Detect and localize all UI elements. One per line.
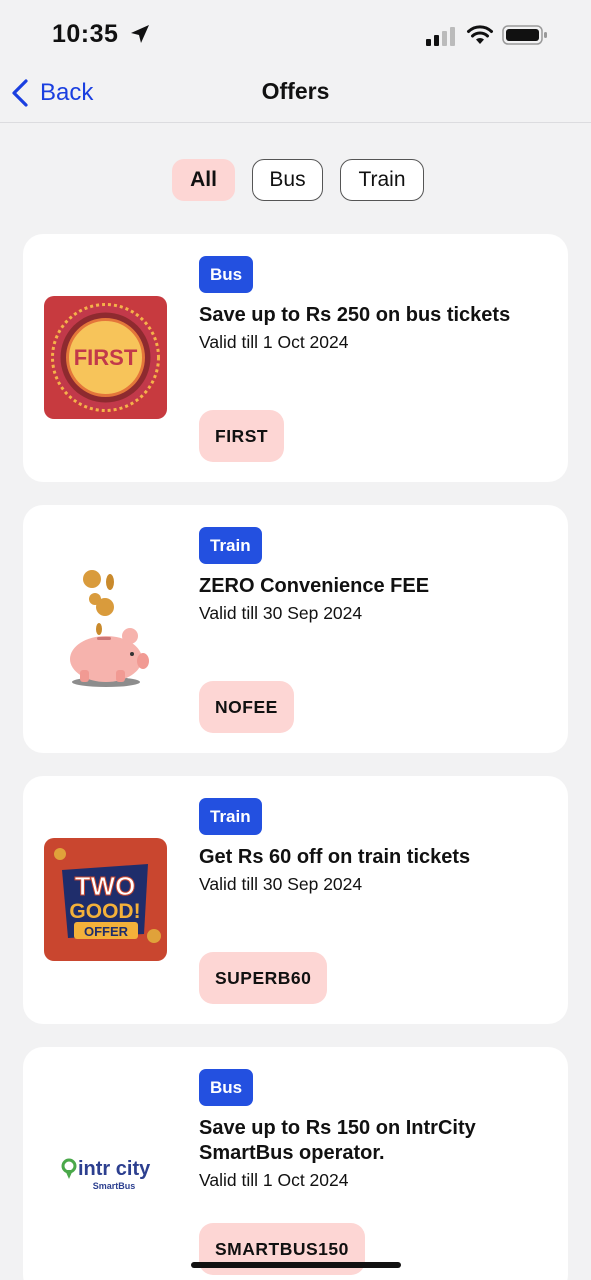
cellular-signal-icon bbox=[426, 27, 455, 46]
filter-chip-train[interactable]: Train bbox=[340, 159, 424, 201]
offer-title: Get Rs 60 off on train tickets bbox=[199, 846, 471, 868]
location-arrow-icon bbox=[131, 25, 149, 43]
offer-title: Save up to Rs 150 on IntrCity SmartBus o… bbox=[199, 1117, 476, 1164]
status-bar: 10:35 bbox=[0, 0, 591, 70]
offer-validity: Valid till 1 Oct 2024 bbox=[199, 1170, 349, 1190]
home-indicator bbox=[191, 1262, 401, 1268]
offer-image-two-good: TWO GOOD! OFFER bbox=[44, 838, 167, 961]
offer-type-tag: Bus bbox=[199, 1069, 254, 1106]
offer-type-tag: Train bbox=[199, 798, 262, 835]
offer-image-first: FIRST bbox=[44, 296, 167, 419]
offer-title: Save up to Rs 250 on bus tickets bbox=[199, 304, 511, 326]
offer-code-button[interactable]: NOFEE bbox=[199, 681, 294, 733]
offer-code-button[interactable]: SUPERB60 bbox=[199, 952, 328, 1004]
filter-chip-all[interactable]: All bbox=[172, 159, 235, 201]
status-time: 10:35 bbox=[52, 20, 119, 48]
intrcity-logo: intr city SmartBus bbox=[44, 1109, 167, 1232]
offer-validity: Valid till 30 Sep 2024 bbox=[199, 874, 363, 894]
offer-image-line1: TWO bbox=[75, 871, 136, 901]
offer-type-tag: Train bbox=[199, 527, 262, 564]
wifi-icon bbox=[467, 25, 493, 44]
offer-image-label: FIRST bbox=[74, 345, 138, 370]
offer-card[interactable]: Train ZERO Convenience FEE Valid till 30… bbox=[23, 505, 568, 753]
offer-card[interactable]: intr city SmartBus Bus Save up to Rs 150… bbox=[23, 1047, 568, 1280]
offer-validity: Valid till 30 Sep 2024 bbox=[199, 603, 363, 623]
intrcity-sub: SmartBus bbox=[93, 1181, 136, 1191]
offer-card[interactable]: TWO GOOD! OFFER Train Get Rs 60 off on t… bbox=[23, 776, 568, 1024]
offer-validity: Valid till 1 Oct 2024 bbox=[199, 332, 349, 352]
filter-chips: All Bus Train bbox=[0, 159, 591, 201]
offer-card[interactable]: FIRST Bus Save up to Rs 250 on bus ticke… bbox=[23, 234, 568, 482]
nav-bar: Back Offers bbox=[0, 70, 591, 123]
offer-code-button[interactable]: FIRST bbox=[199, 410, 285, 462]
intrcity-brand: intr city bbox=[78, 1158, 151, 1180]
page-title: Offers bbox=[261, 78, 330, 104]
offer-title: ZERO Convenience FEE bbox=[199, 575, 430, 597]
offer-image-line3: OFFER bbox=[84, 924, 129, 939]
offer-image-line2: GOOD! bbox=[69, 900, 140, 923]
filter-chip-bus[interactable]: Bus bbox=[252, 159, 323, 201]
battery-icon bbox=[502, 25, 547, 45]
offer-type-tag: Bus bbox=[199, 256, 254, 293]
piggy-bank-icon bbox=[44, 567, 167, 690]
